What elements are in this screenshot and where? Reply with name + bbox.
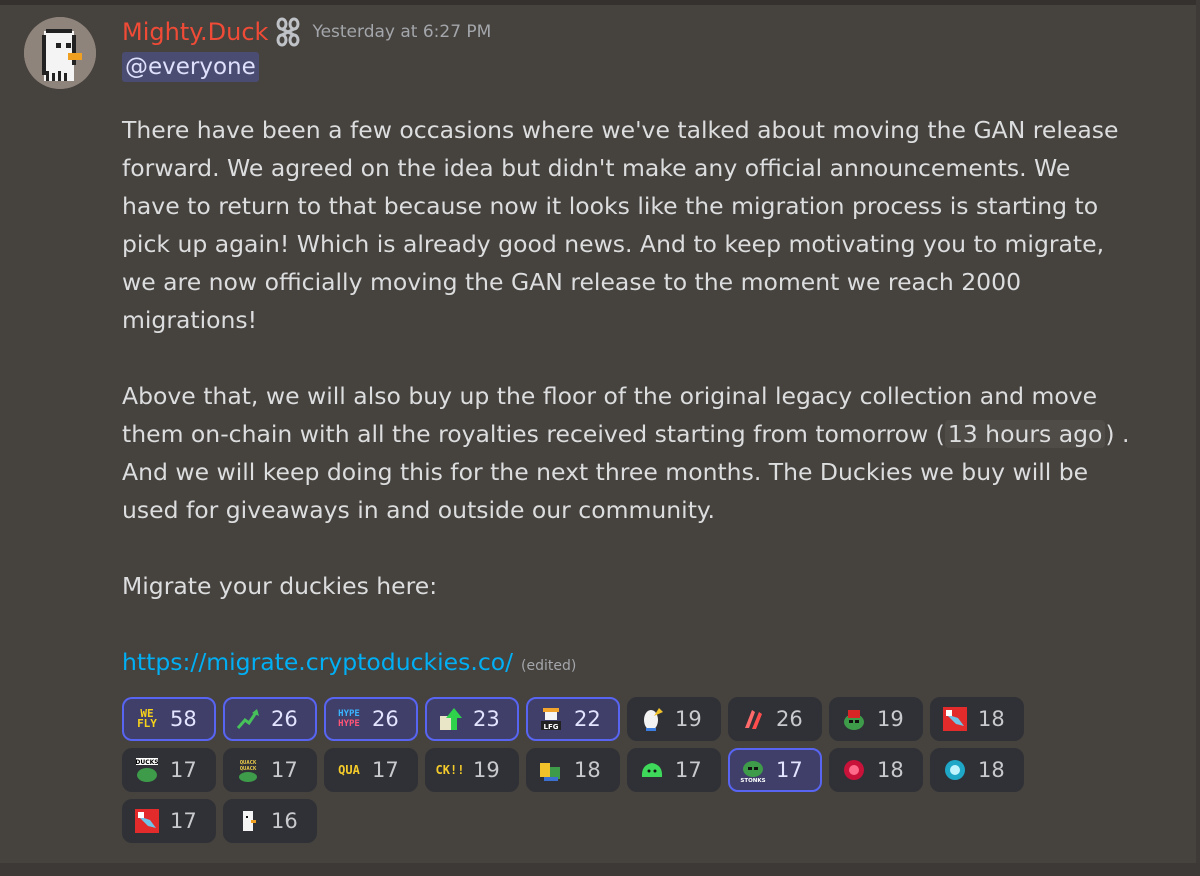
duck-avatar-icon <box>24 17 96 89</box>
paragraph-gan-release: There have been a few occasions where we… <box>122 116 1119 334</box>
svg-text:QUACK: QUACK <box>240 766 257 772</box>
reaction-count: 19 <box>473 758 500 782</box>
reaction-count: 58 <box>170 707 197 731</box>
pepe-mask-icon <box>841 706 867 732</box>
red-duck-icon <box>134 808 160 834</box>
reaction-count: 26 <box>271 707 298 731</box>
svg-text:STONKS: STONKS <box>740 778 765 783</box>
ck-icon: CK!! <box>435 763 465 777</box>
author-name[interactable]: Mighty.Duck <box>122 18 268 46</box>
white-duck-icon <box>235 808 261 834</box>
reaction-count: 17 <box>170 758 197 782</box>
reaction-red-duck[interactable]: 18 <box>930 697 1024 741</box>
quack-quack-icon: QUACK QUACK <box>235 757 261 783</box>
migrate-link[interactable]: https://migrate.cryptoduckies.co/ <box>122 643 513 681</box>
green-blob-icon <box>639 757 665 783</box>
reaction-count: 17 <box>271 758 298 782</box>
reaction-chart-arrow[interactable]: 26 <box>223 697 317 741</box>
reaction-red-orb[interactable]: 18 <box>829 748 923 792</box>
lfg-duck-icon: LFG <box>538 706 564 732</box>
message-header: Mighty.Duck Yesterday at 6:27 PM <box>122 14 1132 50</box>
reaction-rocket-duck[interactable]: 19 <box>627 697 721 741</box>
reaction-count: 19 <box>675 707 702 731</box>
red-duck-icon <box>942 706 968 732</box>
rocket-duck-icon <box>639 706 665 732</box>
reaction-qua[interactable]: QUA 17 <box>324 748 418 792</box>
scrollbar-track[interactable] <box>1196 0 1200 876</box>
stonks-pepe-icon: STONKS <box>740 757 766 783</box>
qua-icon: QUA <box>338 763 360 777</box>
link-line: https://migrate.cryptoduckies.co/ (edite… <box>122 643 1132 685</box>
reaction-count: 22 <box>574 707 601 731</box>
reactions-bar: WE FLY 58 26 HYPE HYPE 26 23 LFG 22 19 26 19 18 DUCKS 1… <box>122 697 1042 850</box>
reaction-count: 17 <box>675 758 702 782</box>
we-fly-icon: WE FLY <box>137 707 157 730</box>
paragraph-migrate: Migrate your duckies here: <box>122 572 438 600</box>
message-body: There have been a few occasions where we… <box>122 111 1132 685</box>
reaction-count: 16 <box>271 809 298 833</box>
paragraph-buy-floor: Above that, we will also buy up the floo… <box>122 377 1132 529</box>
reaction-white-duck[interactable]: 16 <box>223 799 317 843</box>
reaction-count: 18 <box>978 758 1005 782</box>
window-top-edge <box>0 0 1200 5</box>
hype-hype-icon: HYPE HYPE <box>338 709 360 729</box>
reaction-lfg-duck[interactable]: LFG 22 <box>526 697 620 741</box>
reaction-hype-hype[interactable]: HYPE HYPE 26 <box>324 697 418 741</box>
chain-link-icon <box>274 17 302 47</box>
reaction-count: 26 <box>776 707 803 731</box>
reaction-count: 19 <box>877 707 904 731</box>
reaction-count: 23 <box>473 707 500 731</box>
reaction-pepe-mask[interactable]: 19 <box>829 697 923 741</box>
chart-arrow-icon <box>235 706 261 732</box>
duck-dance-icon <box>538 757 564 783</box>
reaction-stonks-pepe[interactable]: STONKS 17 <box>728 748 822 792</box>
message-timestamp[interactable]: Yesterday at 6:27 PM <box>312 22 491 42</box>
blue-orb-icon <box>942 757 968 783</box>
everyone-mention[interactable]: @everyone <box>122 52 259 82</box>
red-orb-icon <box>841 757 867 783</box>
relative-time-chip[interactable]: 13 hours ago <box>944 420 1106 448</box>
reaction-count: 17 <box>372 758 399 782</box>
reaction-count: 17 <box>170 809 197 833</box>
reaction-red-duck[interactable]: 17 <box>122 799 216 843</box>
reaction-we-fly[interactable]: WE FLY 58 <box>122 697 216 741</box>
reaction-ck[interactable]: CK!! 19 <box>425 748 519 792</box>
reaction-red-hands[interactable]: 26 <box>728 697 822 741</box>
reaction-green-arrow-up[interactable]: 23 <box>425 697 519 741</box>
message-content: Mighty.Duck Yesterday at 6:27 PM @everyo… <box>122 14 1132 850</box>
reaction-count: 18 <box>978 707 1005 731</box>
svg-text:LFG: LFG <box>544 723 559 731</box>
svg-text:DUCKS: DUCKS <box>135 759 158 766</box>
window-bottom-edge <box>0 863 1200 876</box>
reaction-blue-orb[interactable]: 18 <box>930 748 1024 792</box>
reaction-count: 17 <box>776 758 803 782</box>
edited-label: (edited) <box>521 658 577 674</box>
reaction-quack-quack[interactable]: QUACK QUACK 17 <box>223 748 317 792</box>
reaction-count: 18 <box>877 758 904 782</box>
avatar[interactable] <box>24 17 96 89</box>
red-hands-icon <box>740 706 766 732</box>
reaction-green-blob[interactable]: 17 <box>627 748 721 792</box>
reaction-duck-dance[interactable]: 18 <box>526 748 620 792</box>
reaction-count: 26 <box>372 707 399 731</box>
green-arrow-up-icon <box>437 706 463 732</box>
reaction-ducks-pepe[interactable]: DUCKS 17 <box>122 748 216 792</box>
ducks-pepe-icon: DUCKS <box>134 757 160 783</box>
reaction-count: 18 <box>574 758 601 782</box>
